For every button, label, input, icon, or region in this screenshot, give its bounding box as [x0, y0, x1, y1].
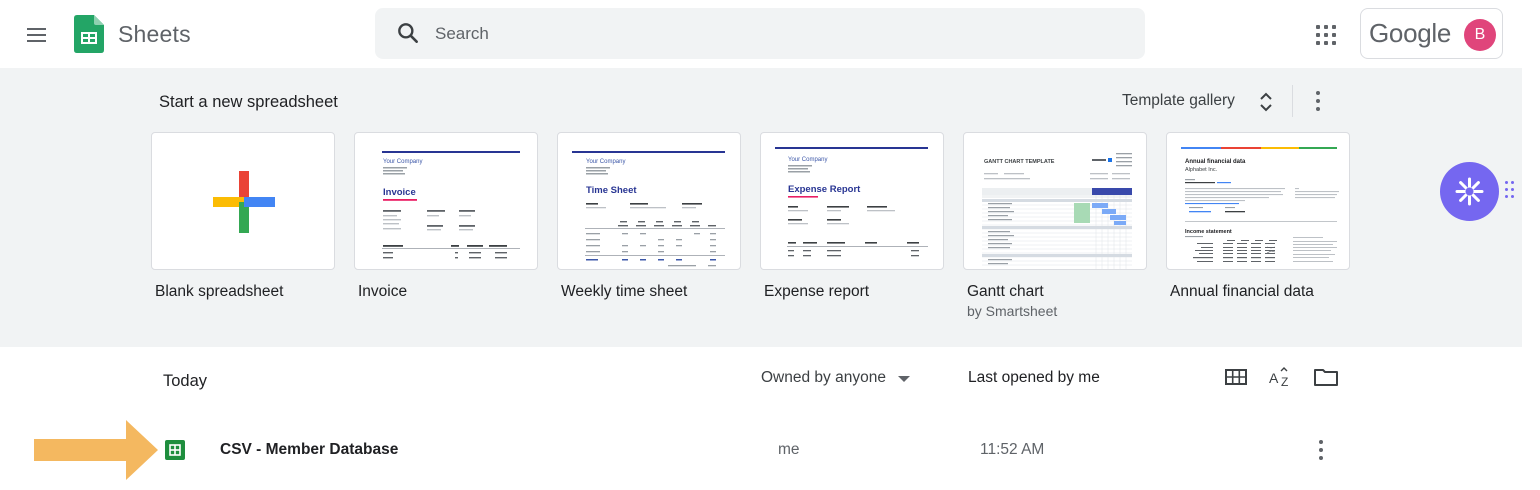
search-bar[interactable] — [375, 8, 1145, 59]
preview-company: Your Company — [788, 157, 827, 163]
expense-report-preview: Your Company Expense Report — [775, 147, 928, 257]
folder-icon[interactable] — [1313, 366, 1339, 388]
unfold-icon[interactable] — [1256, 90, 1276, 114]
file-name[interactable]: CSV - Member Database — [220, 441, 398, 459]
app-title[interactable]: Sheets — [118, 21, 191, 48]
template-expense-report[interactable]: Your Company Expense Report Expense repo… — [760, 132, 944, 300]
preview-section: Income statement — [1185, 229, 1232, 235]
sheets-file-icon — [165, 440, 185, 460]
template-name[interactable]: Invoice — [358, 283, 407, 301]
template-gallery-button[interactable]: Template gallery — [1122, 92, 1235, 110]
preview-heading: Time Sheet — [586, 185, 637, 196]
preview-company: Alphabet Inc. — [1185, 167, 1218, 173]
financial-data-preview: Annual financial data Alphabet Inc. Inco… — [1181, 147, 1339, 262]
template-name[interactable]: Annual financial data — [1170, 283, 1314, 301]
assistant-fab-button[interactable] — [1440, 162, 1499, 221]
google-apps-icon[interactable] — [1312, 21, 1340, 49]
preview-heading: Annual financial data — [1185, 159, 1246, 165]
main-menu-button[interactable] — [22, 20, 52, 50]
template-annual-financial-data[interactable]: Annual financial data Alphabet Inc. Inco… — [1166, 132, 1350, 300]
file-owner: me — [778, 441, 800, 458]
template-blank[interactable]: Blank spreadsheet — [151, 132, 335, 300]
owner-filter-dropdown[interactable]: Owned by anyone — [761, 369, 886, 387]
template-gantt-chart[interactable]: GANTT CHART TEMPLATE Gantt chart by Smar… — [963, 132, 1147, 319]
svg-text:A: A — [1269, 370, 1279, 386]
template-name[interactable]: Weekly time sheet — [561, 283, 687, 301]
app-header: Sheets Google B — [0, 0, 1540, 68]
template-invoice[interactable]: Your Company Invoice Invoice — [354, 132, 538, 300]
search-icon[interactable] — [395, 20, 421, 51]
template-name[interactable]: Gantt chart — [967, 283, 1044, 301]
search-input[interactable] — [435, 21, 1115, 47]
grid-view-icon[interactable] — [1224, 366, 1248, 388]
files-section-title: Today — [163, 372, 208, 390]
template-gallery-section: Start a new spreadsheet Template gallery… — [0, 68, 1522, 347]
template-name[interactable]: Expense report — [764, 283, 869, 301]
template-time-sheet[interactable]: Your Company Time Sheet Weekly time shee… — [557, 132, 741, 300]
account-switcher[interactable]: Google B — [1360, 8, 1503, 59]
avatar[interactable]: B — [1464, 19, 1496, 51]
menu-icon — [27, 28, 46, 30]
svg-text:Z: Z — [1281, 375, 1288, 389]
template-name[interactable]: Blank spreadsheet — [155, 283, 283, 301]
pointer-arrow — [34, 420, 158, 480]
template-author: by Smartsheet — [967, 303, 1058, 319]
sparkle-icon — [1455, 177, 1484, 206]
template-thumbnail[interactable]: Annual financial data Alphabet Inc. Inco… — [1166, 132, 1350, 270]
template-thumbnail[interactable]: Your Company Expense Report — [760, 132, 944, 270]
sort-order-label[interactable]: Last opened by me — [968, 369, 1100, 387]
invoice-preview: Your Company Invoice — [382, 151, 520, 259]
file-last-opened: 11:52 AM — [980, 441, 1045, 458]
template-thumbnail[interactable]: GANTT CHART TEMPLATE — [963, 132, 1147, 270]
preview-heading: Invoice — [383, 187, 416, 198]
preview-heading: Expense Report — [788, 184, 861, 195]
template-thumbnail[interactable]: Your Company Time Sheet — [557, 132, 741, 270]
template-thumbnail[interactable] — [151, 132, 335, 270]
preview-company: Your Company — [383, 159, 422, 165]
plus-icon — [213, 171, 275, 233]
sort-az-icon[interactable]: A Z — [1268, 366, 1294, 390]
divider — [1292, 85, 1293, 117]
section-title: Start a new spreadsheet — [159, 93, 338, 111]
google-wordmark: Google — [1369, 18, 1452, 48]
more-options-icon[interactable] — [1306, 88, 1330, 114]
drag-handle-icon[interactable] — [1504, 180, 1516, 200]
more-options-icon[interactable] — [1309, 437, 1333, 463]
caret-down-icon[interactable] — [898, 376, 910, 382]
time-sheet-preview: Your Company Time Sheet — [572, 151, 725, 267]
sheets-logo-icon[interactable] — [74, 15, 104, 53]
template-thumbnail[interactable]: Your Company Invoice — [354, 132, 538, 270]
gantt-chart-preview: GANTT CHART TEMPLATE — [982, 153, 1132, 269]
preview-heading: GANTT CHART TEMPLATE — [984, 159, 1055, 165]
preview-company: Your Company — [586, 159, 625, 165]
